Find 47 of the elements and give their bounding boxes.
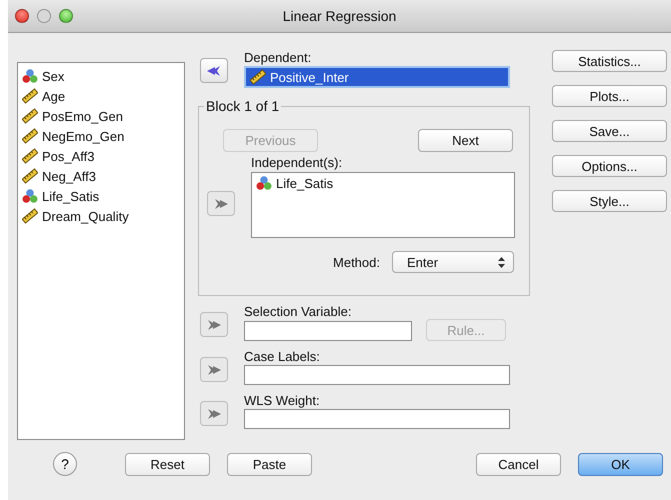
variable-item[interactable]: Age <box>18 86 184 106</box>
nominal-icon <box>22 188 38 204</box>
dialog-button[interactable]: Paste <box>227 452 312 476</box>
move-arrow-button[interactable] <box>200 58 228 83</box>
case-labels-field[interactable] <box>244 365 510 385</box>
dialog-button[interactable]: Style... <box>552 190 667 212</box>
nominal-icon <box>22 68 38 84</box>
variable-item[interactable]: NegEmo_Gen <box>18 126 184 146</box>
next-button[interactable]: Next <box>418 129 513 152</box>
dependent-label: Dependent: <box>244 50 312 65</box>
ruler-icon <box>250 69 266 85</box>
dialog-button[interactable]: Statistics... <box>552 50 667 72</box>
selection-variable-field[interactable] <box>244 320 412 340</box>
dialog-button[interactable]: Save... <box>552 120 667 142</box>
variable-item[interactable]: Dream_Quality <box>18 206 184 226</box>
variable-item[interactable]: Neg_Aff3 <box>18 166 184 186</box>
dialog-button[interactable]: Reset <box>125 452 210 476</box>
variable-item[interactable]: Life_Satis <box>252 173 514 193</box>
method-label: Method: <box>333 254 380 270</box>
dialog-button[interactable]: Plots... <box>552 85 667 107</box>
wls-weight-field[interactable] <box>244 409 510 429</box>
right-arrow-icon <box>213 196 229 210</box>
variable-item[interactable]: Life_Satis <box>18 186 184 206</box>
variable-item[interactable]: Sex <box>18 66 184 86</box>
wls-weight-label: WLS Weight: <box>244 393 321 408</box>
minimize-button[interactable] <box>37 9 51 23</box>
right-arrow-icon <box>206 318 222 332</box>
help-button[interactable]: ? <box>53 452 77 476</box>
left-arrow-icon <box>206 64 222 78</box>
right-arrow-icon <box>206 406 222 420</box>
block-title: Block 1 of 1 <box>204 98 282 114</box>
selection-variable-label: Selection Variable: <box>244 304 352 319</box>
nominal-icon <box>256 175 272 191</box>
close-button[interactable] <box>15 9 29 23</box>
case-labels-label: Case Labels: <box>244 349 321 364</box>
dialog-button[interactable]: Cancel <box>476 452 561 476</box>
stepper-icon <box>498 256 505 268</box>
independents-list[interactable]: Life_Satis <box>251 172 515 238</box>
right-arrow-icon <box>206 362 222 376</box>
dialog-button[interactable]: Options... <box>552 155 667 177</box>
independents-label: Independent(s): <box>251 155 344 170</box>
dialog-button[interactable]: OK <box>578 452 663 476</box>
window-title: Linear Regression <box>282 8 396 24</box>
zoom-button[interactable] <box>59 9 73 23</box>
method-dropdown[interactable]: Enter <box>392 251 514 273</box>
variable-item[interactable]: Pos_Aff3 <box>18 146 184 166</box>
variable-item[interactable]: PosEmo_Gen <box>18 106 184 126</box>
